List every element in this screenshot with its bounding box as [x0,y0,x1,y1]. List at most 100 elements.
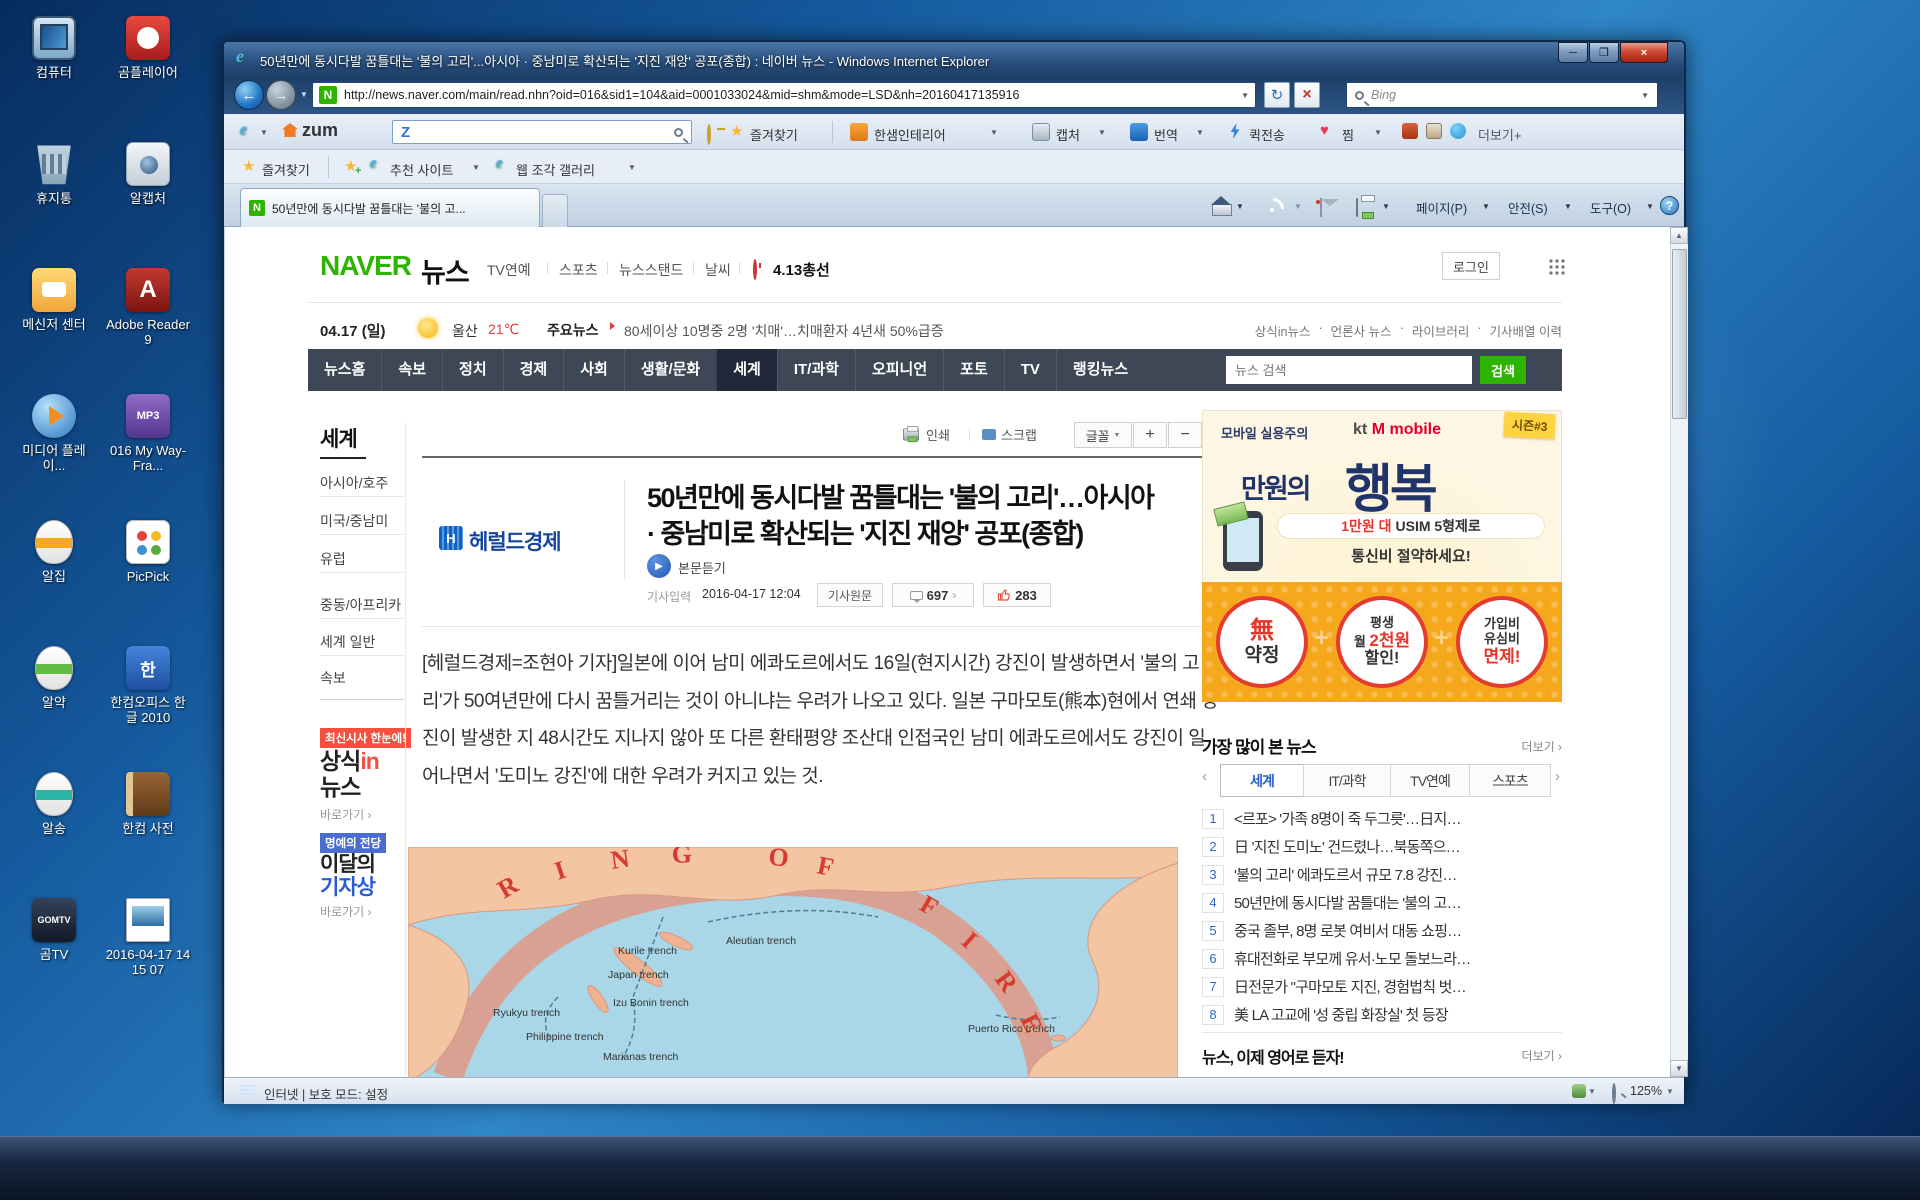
desktop-icon-screenshot-file[interactable]: 2016-04-17 14 15 07 [104,898,192,977]
nav-politics[interactable]: 정치 [442,349,503,391]
search-placeholder[interactable]: Bing [1371,88,1634,102]
election-label[interactable]: 4.13총선 [773,259,830,280]
toolbar-ie-icon[interactable]: e [240,122,247,138]
desktop-icon-hangul2010[interactable]: 한한컴오피스 한글 2010 [104,646,192,725]
help-button[interactable]: ? [1660,196,1679,215]
zum-search-icon[interactable] [674,128,683,137]
web-slice-gallery-label[interactable]: 웹 조각 갤러리 [516,160,595,179]
capture-dropdown-icon[interactable] [1098,128,1106,137]
zum-home-icon[interactable] [282,123,298,137]
scroll-up-button[interactable] [1670,227,1688,244]
translate-icon[interactable] [1130,123,1148,141]
desktop-icon-gomplayer[interactable]: 곰플레이어 [104,16,192,80]
major-news-headline[interactable]: 80세이상 10명중 2명 '치매'…치매환자 4년새 50%급증 [624,321,944,341]
back-button[interactable]: ← [234,80,264,110]
like-button[interactable]: 283 [983,583,1051,607]
tabs-next-arrow[interactable] [1555,768,1560,785]
link-common-sense[interactable]: 상식in뉴스 [1255,321,1311,340]
favorites-star-icon[interactable] [242,157,255,176]
close-button[interactable] [1620,42,1668,63]
desktop-icon-computer[interactable]: 컴퓨터 [10,16,98,80]
most-viewed-more-link[interactable]: 더보기 › [1522,738,1562,755]
nav-newshome[interactable]: 뉴스홈 [308,349,381,391]
nav-life-culture[interactable]: 생활/문화 [624,349,716,391]
promo-title-sangsik[interactable]: 상식in [320,748,379,774]
menu-sports[interactable]: 스포츠 [559,260,598,280]
news-item-title[interactable]: <르포> '가족 8명이 죽 두그릇'…日지… [1234,808,1566,829]
login-button[interactable]: 로그인 [1442,252,1500,280]
scroll-down-button[interactable] [1670,1060,1688,1077]
news-item-title[interactable]: '불의 고리' 에콰도르서 규모 7.8 강진… [1234,864,1566,885]
browser-tab[interactable]: N 50년만에 동시다발 꿈틀대는 '불의 고... [240,188,540,227]
desktop-icon-messenger[interactable]: 메신저 센터 [10,268,98,332]
desktop-icon-picpick[interactable]: PicPick [104,520,192,584]
apps-grid-icon[interactable] [1548,258,1565,275]
font-button[interactable]: 글꼴 [1074,422,1132,448]
forward-button[interactable]: → [266,80,296,110]
weather-city[interactable]: 울산 [452,321,478,341]
desktop-icon-alzip[interactable]: 알집 [10,520,98,584]
history-dropdown-icon[interactable] [300,90,308,99]
menu-newsstand[interactable]: 뉴스스탠드 [619,260,683,280]
page-menu-dropdown-icon[interactable] [1482,202,1490,211]
page-scrollbar[interactable] [1670,227,1688,1077]
suggested-sites-dropdown-icon[interactable] [472,163,480,172]
nav-society[interactable]: 사회 [563,349,624,391]
news-item-title[interactable]: 日 '지진 도미노' 건드렸나…북동쪽으… [1234,836,1566,857]
zum-logo[interactable]: zum [302,120,338,141]
press-logo-herald[interactable]: 헤럴드경제 [469,526,561,556]
home-dropdown-icon[interactable] [1236,202,1244,211]
zum-favorites-label[interactable]: 즐겨찾기 [750,125,798,144]
refresh-button[interactable] [1264,82,1290,108]
zum-search-box[interactable]: Z [392,120,692,144]
status-dropdown-icon[interactable] [1588,1087,1596,1096]
print-dropdown-icon[interactable] [1382,202,1390,211]
listen-icon[interactable]: ▶ [647,554,671,578]
bing-search-box[interactable]: Bing [1346,82,1658,108]
horn-icon[interactable] [1402,123,1418,139]
web-slice-dropdown-icon[interactable] [628,163,636,172]
news-list-item[interactable]: 5중국 졸부, 8명 로봇 여비서 대동 쇼핑… [1202,920,1566,941]
toolbar-ie-dropdown-icon[interactable] [260,128,268,137]
capture-icon[interactable] [1032,123,1050,141]
jjim-label[interactable]: 찜 [1342,125,1354,144]
key-icon[interactable] [707,124,711,145]
listen-label[interactable]: 본문듣기 [678,558,726,577]
tools-menu-dropdown-icon[interactable] [1646,202,1654,211]
desktop-icon-alsong[interactable]: 알송 [10,772,98,836]
scrap-button[interactable]: 스크랩 [982,425,1037,444]
news-item-title[interactable]: 日전문가 "구마모토 지진, 경험법칙 벗… [1234,976,1566,997]
desktop-icon-media-player[interactable]: 미디어 플레이... [10,394,98,473]
hanssem-dropdown-icon[interactable] [990,128,998,137]
naver-logo[interactable]: NAVER [320,250,411,282]
sidebar-item-europe[interactable]: 유럽 [320,549,346,569]
hanssem-label[interactable]: 한샘인테리어 [874,125,946,144]
link-library[interactable]: 라이브러리 [1412,321,1470,340]
status-page-icon[interactable] [1572,1084,1586,1098]
url-text[interactable]: http://news.naver.com/main/read.nhn?oid=… [344,88,1234,102]
desktop-icon-gomtv[interactable]: GOMTV곰TV [10,898,98,962]
jjim-heart-icon[interactable] [1320,122,1329,140]
stop-button[interactable] [1294,82,1320,108]
original-article-button[interactable]: 기사원문 [817,583,883,607]
tools-menu[interactable]: 도구(O) [1590,198,1631,217]
desktop-icon-alyac[interactable]: 알약 [10,646,98,710]
weather-temp[interactable]: 21℃ [488,321,519,338]
menu-tv-enter[interactable]: TV연예 [487,260,531,280]
mv-tab-tv[interactable]: TV연예 [1390,764,1470,797]
zoom-level[interactable]: 125% [1630,1084,1662,1098]
kt-ad-band[interactable]: 無 약정 + 평생 월 2천원 할인! + 가입비 유심비 면제! [1202,582,1562,702]
font-decrease-button[interactable]: − [1168,422,1202,448]
new-tab-stub[interactable] [542,194,568,227]
sidebar-item-breaking[interactable]: 속보 [320,668,346,688]
desktop-icon-handic[interactable]: 한컴 사전 [104,772,192,836]
desktop-icon-mp3-file[interactable]: MP3016 My Way-Fra... [104,394,192,473]
news-list-item[interactable]: 2日 '지진 도미노' 건드렸나…북동쪽으… [1202,836,1566,857]
quicksend-label[interactable]: 퀵전송 [1249,125,1285,144]
news-item-title[interactable]: 美 LA 고교에 '성 중립 화장실' 첫 등장 [1234,1004,1566,1025]
news-list-item[interactable]: 1<르포> '가족 8명이 죽 두그릇'…日지… [1202,808,1566,829]
kt-ad-banner[interactable]: 모바일 실용주의 kt M mobile 시즌#3 만원의 행복 1만원 대 U… [1202,410,1562,582]
translate-label[interactable]: 번역 [1154,125,1178,144]
mv-tab-sports[interactable]: 스포츠 [1469,764,1551,797]
safety-menu[interactable]: 안전(S) [1508,198,1548,217]
